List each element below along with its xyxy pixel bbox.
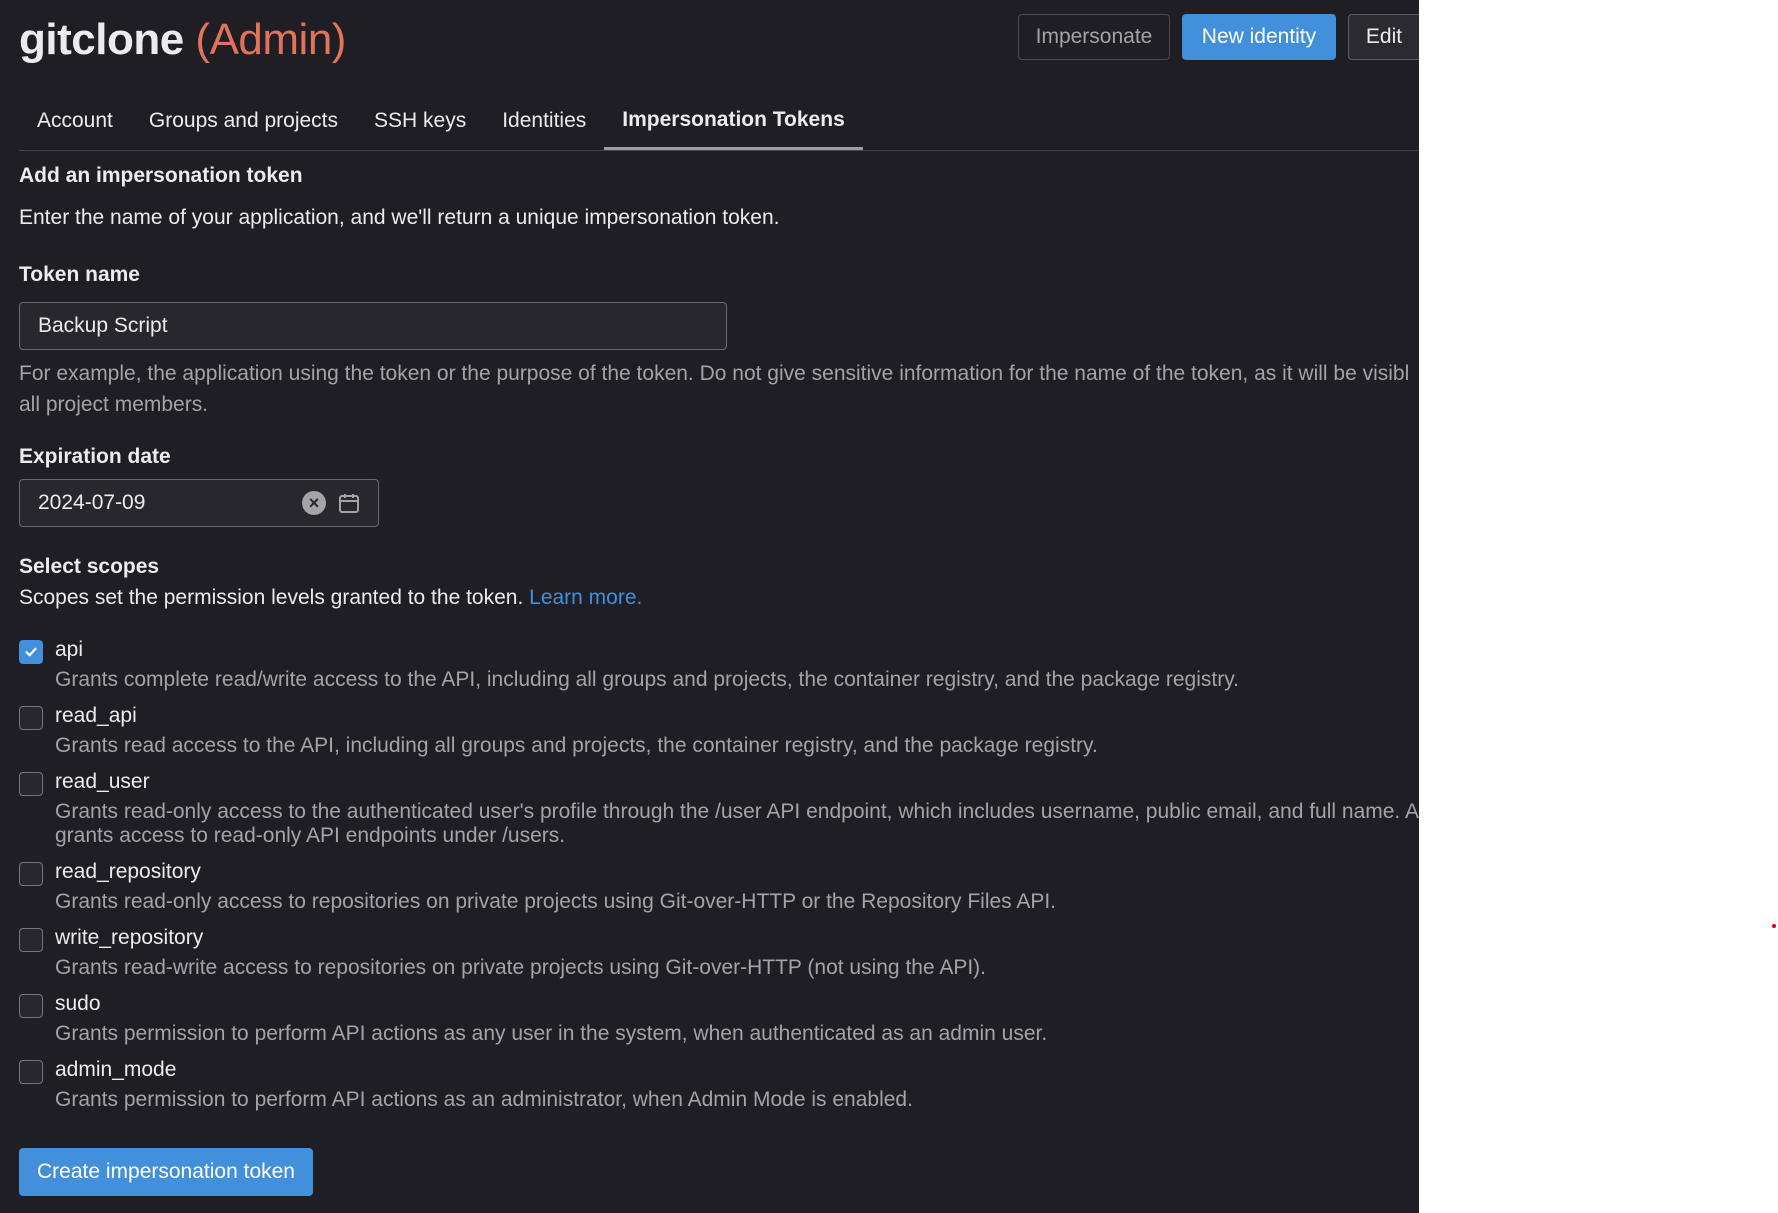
expiration-date-label: Expiration date — [19, 445, 171, 468]
tab-identities[interactable]: Identities — [484, 92, 604, 150]
create-impersonation-token-button[interactable]: Create impersonation token — [19, 1148, 313, 1196]
page-header: gitclone (Admin) — [19, 12, 346, 68]
scope-name: read_user — [55, 770, 150, 793]
tab-groups-and-projects[interactable]: Groups and projects — [131, 92, 356, 150]
scope-description: Grants read-only access to repositories … — [55, 890, 1057, 913]
red-dot-marker — [1772, 924, 1776, 928]
scope-description: Grants read-write access to repositories… — [55, 956, 986, 979]
scope-name: write_repository — [55, 926, 204, 949]
user-name: gitclone — [19, 15, 184, 64]
user-tabs: Account Groups and projects SSH keys Ide… — [19, 92, 1419, 151]
scope-description: Grants read access to the API, including… — [55, 734, 1098, 757]
admin-badge: (Admin) — [195, 15, 346, 64]
scope-checkbox-read-repository[interactable] — [19, 862, 43, 886]
scope-checkbox-admin-mode[interactable] — [19, 1060, 43, 1084]
scope-description-line-1: Grants read-only access to the authentic… — [55, 800, 1419, 823]
clear-icon[interactable]: × — [302, 491, 326, 515]
section-title: Add an impersonation token — [19, 164, 303, 187]
check-icon — [25, 647, 37, 657]
expiration-date-value: 2024-07-09 — [38, 491, 146, 514]
admin-user-panel: gitclone (Admin) Impersonate New identit… — [0, 0, 1419, 1213]
scopes-description-text: Scopes set the permission levels granted… — [19, 586, 524, 609]
tab-account[interactable]: Account — [19, 92, 131, 150]
edit-button[interactable]: Edit — [1348, 14, 1419, 60]
scopes-title: Select scopes — [19, 555, 160, 578]
new-identity-button[interactable]: New identity — [1182, 14, 1336, 60]
scope-checkbox-read-api[interactable] — [19, 706, 43, 730]
tab-impersonation-tokens[interactable]: Impersonation Tokens — [604, 92, 863, 150]
tab-ssh-keys[interactable]: SSH keys — [356, 92, 484, 150]
scope-description-line-2: grants access to read-only API endpoints… — [55, 824, 566, 847]
scope-checkbox-api[interactable] — [19, 640, 43, 664]
token-help-line-1: For example, the application using the t… — [19, 362, 1410, 385]
scope-name: read_api — [55, 704, 137, 727]
scope-description: Grants complete read/write access to the… — [55, 668, 1240, 691]
scope-name: admin_mode — [55, 1058, 177, 1081]
scope-name: sudo — [55, 992, 101, 1015]
date-controls: × — [302, 491, 360, 515]
scope-checkbox-write-repository[interactable] — [19, 928, 43, 952]
scopes-description: Scopes set the permission levels granted… — [19, 586, 642, 610]
token-help-line-2: all project members. — [19, 393, 209, 416]
token-name-help: For example, the application using the t… — [19, 358, 1419, 420]
section-intro: Enter the name of your application, and … — [19, 206, 780, 229]
scope-name: read_repository — [55, 860, 201, 883]
scope-description: Grants permission to perform API actions… — [55, 1088, 913, 1111]
expiration-date-input[interactable]: 2024-07-09 × — [19, 479, 379, 527]
scope-name: api — [55, 638, 84, 661]
scope-description: Grants permission to perform API actions… — [55, 1022, 1048, 1045]
scope-description: Grants read-only access to the authentic… — [55, 800, 1419, 848]
scope-checkbox-read-user[interactable] — [19, 772, 43, 796]
token-name-input[interactable]: Backup Script — [19, 302, 727, 350]
learn-more-link[interactable]: Learn more. — [529, 586, 642, 609]
token-name-label: Token name — [19, 263, 140, 286]
scope-checkbox-sudo[interactable] — [19, 994, 43, 1018]
calendar-icon[interactable] — [338, 492, 360, 514]
impersonate-button[interactable]: Impersonate — [1018, 14, 1170, 60]
page-title: gitclone (Admin) — [19, 15, 346, 65]
